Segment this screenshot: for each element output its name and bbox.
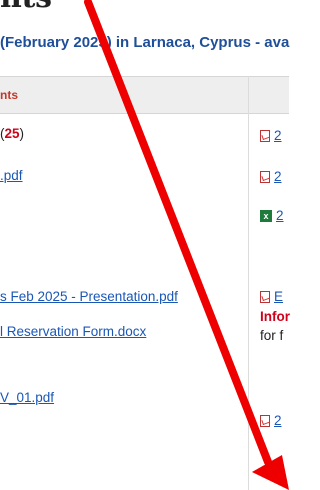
table-row: .pdf <box>0 168 23 183</box>
pdf-icon <box>260 414 270 427</box>
table-row-right[interactable]: 2 <box>260 128 282 143</box>
row-right-link[interactable]: E <box>274 289 283 304</box>
documents-table: nts (25) 2 .pdf 2 x 2 s Feb 2025 - Prese… <box>0 76 290 490</box>
page-heading: nts <box>0 0 52 15</box>
document-link[interactable]: l Reservation Form.docx <box>0 324 146 339</box>
pdf-icon <box>260 170 270 183</box>
table-row: (25) <box>0 126 24 141</box>
row-left-suffix: ) <box>19 126 25 141</box>
document-link[interactable]: .pdf <box>0 168 23 183</box>
document-link[interactable]: s Feb 2025 - Presentation.pdf <box>0 289 178 304</box>
table-row-right[interactable]: 2 <box>260 413 282 428</box>
row-right-link[interactable]: 2 <box>274 169 282 184</box>
table-row-right[interactable]: 2 <box>260 169 282 184</box>
table-row: V_01.pdf <box>0 390 54 405</box>
table-row: l Reservation Form.docx <box>0 324 146 339</box>
pdf-icon <box>260 129 270 142</box>
table-row: s Feb 2025 - Presentation.pdf <box>0 289 178 304</box>
table-row-right-note: for f <box>260 328 283 343</box>
table-header: nts <box>0 76 289 114</box>
document-link[interactable]: V_01.pdf <box>0 390 54 405</box>
row-right-link[interactable]: 2 <box>274 413 282 428</box>
table-row-right[interactable]: x 2 <box>260 208 284 223</box>
row-right-link[interactable]: 2 <box>276 208 284 223</box>
row-right-link[interactable]: 2 <box>274 128 282 143</box>
table-row-right[interactable]: E <box>260 289 283 304</box>
table-row-right: Infor <box>260 309 290 324</box>
table-header-label: nts <box>0 88 18 102</box>
row-left-red: 25 <box>4 126 20 141</box>
info-note: for f <box>260 328 284 343</box>
column-divider <box>248 76 249 490</box>
pdf-icon <box>260 290 270 303</box>
page-subtitle: (February 2025) in Larnaca, Cyprus - ava <box>0 34 290 51</box>
info-label: Infor <box>260 309 290 324</box>
excel-icon: x <box>260 209 272 222</box>
